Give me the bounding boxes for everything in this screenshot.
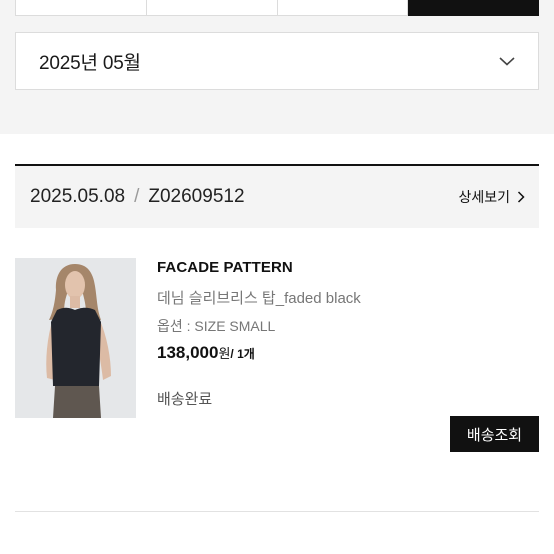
order-detail-label: 상세보기 <box>458 189 510 205</box>
price-currency: 원 <box>218 346 231 361</box>
product-option: 옵션 : SIZE SMALL <box>157 318 276 334</box>
product-thumbnail[interactable] <box>15 258 136 418</box>
product-quantity: / 1개 <box>230 347 255 361</box>
delivery-status: 배송완료 <box>157 391 213 408</box>
order-number: Z02609512 <box>148 186 245 207</box>
filter-area: 2025년 05월 <box>0 0 554 134</box>
chevron-right-icon <box>517 191 525 203</box>
product-brand[interactable]: FACADE PATTERN <box>157 259 293 276</box>
month-select[interactable]: 2025년 05월 <box>15 32 539 90</box>
track-delivery-button[interactable]: 배송조회 <box>450 416 539 452</box>
order-separator: / <box>134 186 140 207</box>
product-price: 138,000 원 / 1개 <box>157 343 255 363</box>
period-tab[interactable] <box>146 0 278 16</box>
price-amount: 138,000 <box>157 343 219 362</box>
month-select-value: 2025년 05월 <box>39 52 141 74</box>
order-detail-link[interactable]: 상세보기 <box>458 187 525 207</box>
period-tab-active[interactable] <box>408 0 539 16</box>
product-photo <box>15 258 136 418</box>
order-header: 2025.05.08 / Z02609512 상세보기 <box>15 166 539 228</box>
chevron-down-icon <box>499 57 515 66</box>
product-name[interactable]: 데님 슬리브리스 탑_faded black <box>157 287 361 308</box>
section-divider <box>15 511 539 512</box>
order-meta: 2025.05.08 / Z02609512 <box>30 186 245 208</box>
period-tab[interactable] <box>15 0 147 16</box>
period-tab[interactable] <box>277 0 409 16</box>
period-tabs <box>15 0 539 16</box>
order-date: 2025.05.08 <box>30 186 126 207</box>
